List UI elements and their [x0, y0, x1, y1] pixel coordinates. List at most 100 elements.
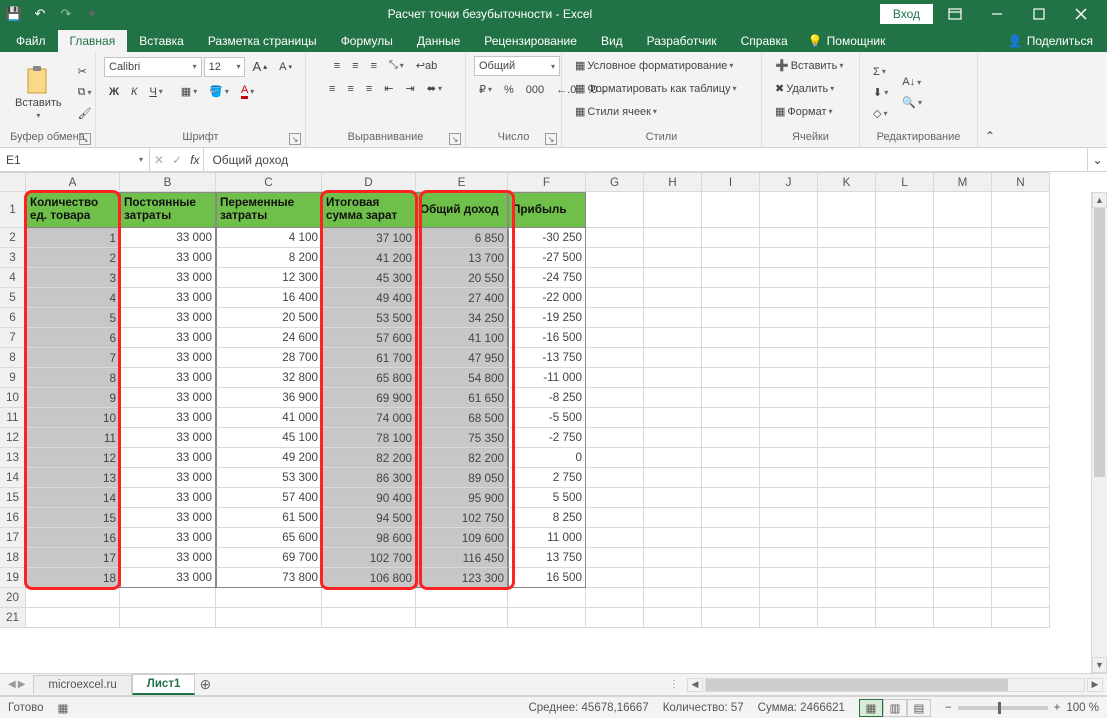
cell-blank[interactable]	[586, 192, 644, 228]
cell-blank[interactable]	[992, 528, 1050, 548]
cell-blank[interactable]	[760, 548, 818, 568]
cell-blank[interactable]	[702, 308, 760, 328]
tab-review[interactable]: Рецензирование	[472, 30, 589, 52]
cancel-formula-icon[interactable]: ✕	[154, 153, 164, 167]
qat-dropdown-icon[interactable]: ▾	[84, 6, 100, 22]
horizontal-scrollbar[interactable]	[705, 678, 1085, 692]
table-header-4[interactable]: Общий доход	[416, 192, 508, 228]
save-icon[interactable]: 💾	[6, 6, 22, 22]
cell-blank[interactable]	[644, 308, 702, 328]
cell-blank[interactable]	[876, 248, 934, 268]
cell-19-F[interactable]: 16 500	[508, 568, 586, 588]
cell-7-B[interactable]: 33 000	[120, 328, 216, 348]
cell-12-D[interactable]: 78 100	[322, 428, 416, 448]
cell-17-A[interactable]: 16	[26, 528, 120, 548]
cell-10-E[interactable]: 61 650	[416, 388, 508, 408]
cell-blank[interactable]	[818, 448, 876, 468]
ribbon-display-options-icon[interactable]	[935, 2, 975, 26]
comma-button[interactable]: 000	[521, 81, 549, 99]
copy-button[interactable]: ⧉▾	[73, 83, 97, 102]
cell-blank[interactable]	[818, 588, 876, 608]
cell-blank[interactable]	[934, 228, 992, 248]
cell-3-A[interactable]: 2	[26, 248, 120, 268]
cell-blank[interactable]	[818, 508, 876, 528]
cell-blank[interactable]	[586, 328, 644, 348]
cell-blank[interactable]	[934, 528, 992, 548]
enter-formula-icon[interactable]: ✓	[172, 153, 182, 167]
cell-blank[interactable]	[586, 488, 644, 508]
tab-formulas[interactable]: Формулы	[329, 30, 405, 52]
cell-13-C[interactable]: 49 200	[216, 448, 322, 468]
cell-blank[interactable]	[586, 588, 644, 608]
cell-9-F[interactable]: -11 000	[508, 368, 586, 388]
col-header-G[interactable]: G	[586, 172, 644, 192]
cell-blank[interactable]	[26, 608, 120, 628]
cell-blank[interactable]	[586, 548, 644, 568]
font-name-select[interactable]: Calibri▾	[104, 57, 202, 77]
cell-15-E[interactable]: 95 900	[416, 488, 508, 508]
cell-blank[interactable]	[934, 468, 992, 488]
cell-16-A[interactable]: 15	[26, 508, 120, 528]
orientation-button[interactable]: ⤡▾	[384, 56, 409, 75]
cell-blank[interactable]	[760, 308, 818, 328]
cut-button[interactable]: ✂	[73, 62, 97, 81]
cell-blank[interactable]	[818, 368, 876, 388]
cell-blank[interactable]	[702, 608, 760, 628]
cell-blank[interactable]	[760, 192, 818, 228]
cell-2-C[interactable]: 4 100	[216, 228, 322, 248]
cell-blank[interactable]	[818, 248, 876, 268]
table-header-1[interactable]: Постоянные затраты	[120, 192, 216, 228]
cell-blank[interactable]	[818, 228, 876, 248]
cell-17-E[interactable]: 109 600	[416, 528, 508, 548]
cell-blank[interactable]	[992, 408, 1050, 428]
cell-3-E[interactable]: 13 700	[416, 248, 508, 268]
cell-blank[interactable]	[876, 368, 934, 388]
cell-blank[interactable]	[644, 488, 702, 508]
cell-blank[interactable]	[876, 568, 934, 588]
cell-blank[interactable]	[644, 228, 702, 248]
cell-blank[interactable]	[934, 328, 992, 348]
cell-blank[interactable]	[934, 288, 992, 308]
cell-blank[interactable]	[586, 308, 644, 328]
cell-blank[interactable]	[876, 408, 934, 428]
cell-5-F[interactable]: -22 000	[508, 288, 586, 308]
cell-11-C[interactable]: 41 000	[216, 408, 322, 428]
cell-9-E[interactable]: 54 800	[416, 368, 508, 388]
col-header-H[interactable]: H	[644, 172, 702, 192]
undo-icon[interactable]: ↶	[32, 6, 48, 22]
cell-blank[interactable]	[644, 428, 702, 448]
cell-blank[interactable]	[934, 508, 992, 528]
cell-2-B[interactable]: 33 000	[120, 228, 216, 248]
cell-blank[interactable]	[760, 488, 818, 508]
cell-6-D[interactable]: 53 500	[322, 308, 416, 328]
fx-icon[interactable]: fx	[190, 153, 199, 167]
cell-11-E[interactable]: 68 500	[416, 408, 508, 428]
cell-16-B[interactable]: 33 000	[120, 508, 216, 528]
collapse-ribbon-icon[interactable]: ⌃	[978, 52, 1002, 147]
percent-button[interactable]: %	[499, 81, 519, 99]
cell-18-D[interactable]: 102 700	[322, 548, 416, 568]
fill-color-button[interactable]: 🪣▾	[204, 82, 234, 101]
cell-blank[interactable]	[702, 192, 760, 228]
cell-blank[interactable]	[992, 568, 1050, 588]
cell-5-C[interactable]: 16 400	[216, 288, 322, 308]
table-header-3[interactable]: Итоговая сумма зарат	[322, 192, 416, 228]
row-header-3[interactable]: 3	[0, 248, 26, 268]
cell-blank[interactable]	[586, 248, 644, 268]
cell-blank[interactable]	[508, 588, 586, 608]
cell-7-F[interactable]: -16 500	[508, 328, 586, 348]
cell-blank[interactable]	[322, 608, 416, 628]
cell-16-D[interactable]: 94 500	[322, 508, 416, 528]
worksheet-grid[interactable]: ABCDEFGHIJKLMN1Количество ед. товараПост…	[0, 172, 1107, 674]
row-header-21[interactable]: 21	[0, 608, 26, 628]
cell-blank[interactable]	[644, 408, 702, 428]
maximize-button[interactable]	[1019, 2, 1059, 26]
indent-dec-button[interactable]: ⇤	[379, 79, 398, 98]
row-header-12[interactable]: 12	[0, 428, 26, 448]
close-button[interactable]	[1061, 2, 1101, 26]
cell-10-C[interactable]: 36 900	[216, 388, 322, 408]
number-format-select[interactable]: Общий▾	[474, 56, 560, 76]
cell-2-E[interactable]: 6 850	[416, 228, 508, 248]
cell-blank[interactable]	[416, 588, 508, 608]
cell-7-D[interactable]: 57 600	[322, 328, 416, 348]
